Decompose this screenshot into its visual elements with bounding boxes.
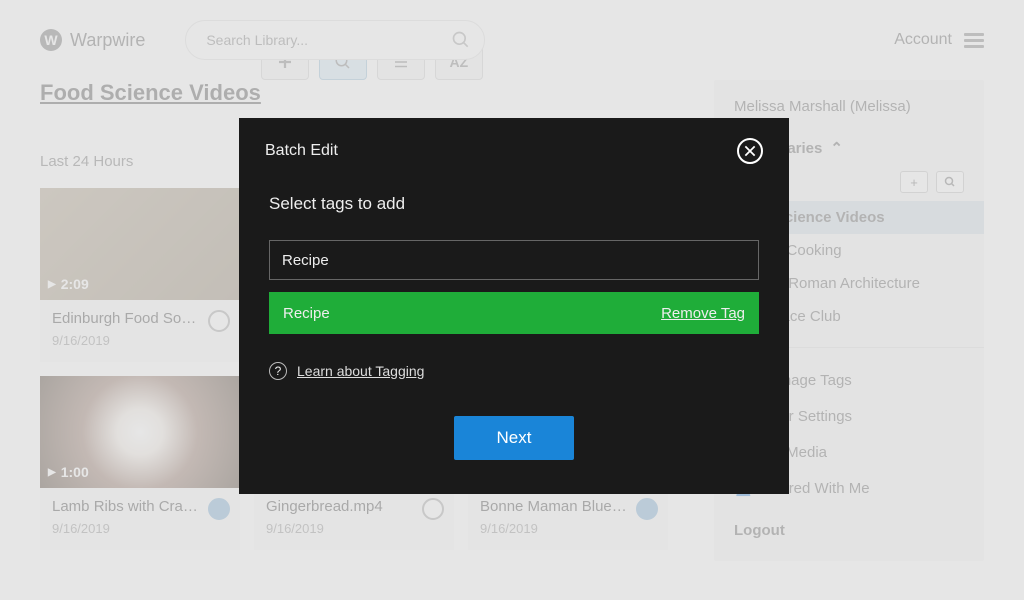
tag-input[interactable] [269,240,759,280]
remove-tag-link[interactable]: Remove Tag [661,305,745,322]
tag-name: Recipe [283,305,330,322]
modal-subtitle: Select tags to add [269,194,759,214]
selected-tag: Recipe Remove Tag [269,292,759,334]
learn-tagging-link[interactable]: Learn about Tagging [297,363,424,379]
help-icon: ? [269,362,287,380]
close-button[interactable] [737,138,763,164]
batch-edit-modal: Batch Edit Select tags to add Recipe Rem… [239,118,789,494]
modal-title: Batch Edit [265,142,338,160]
next-button[interactable]: Next [454,416,574,460]
